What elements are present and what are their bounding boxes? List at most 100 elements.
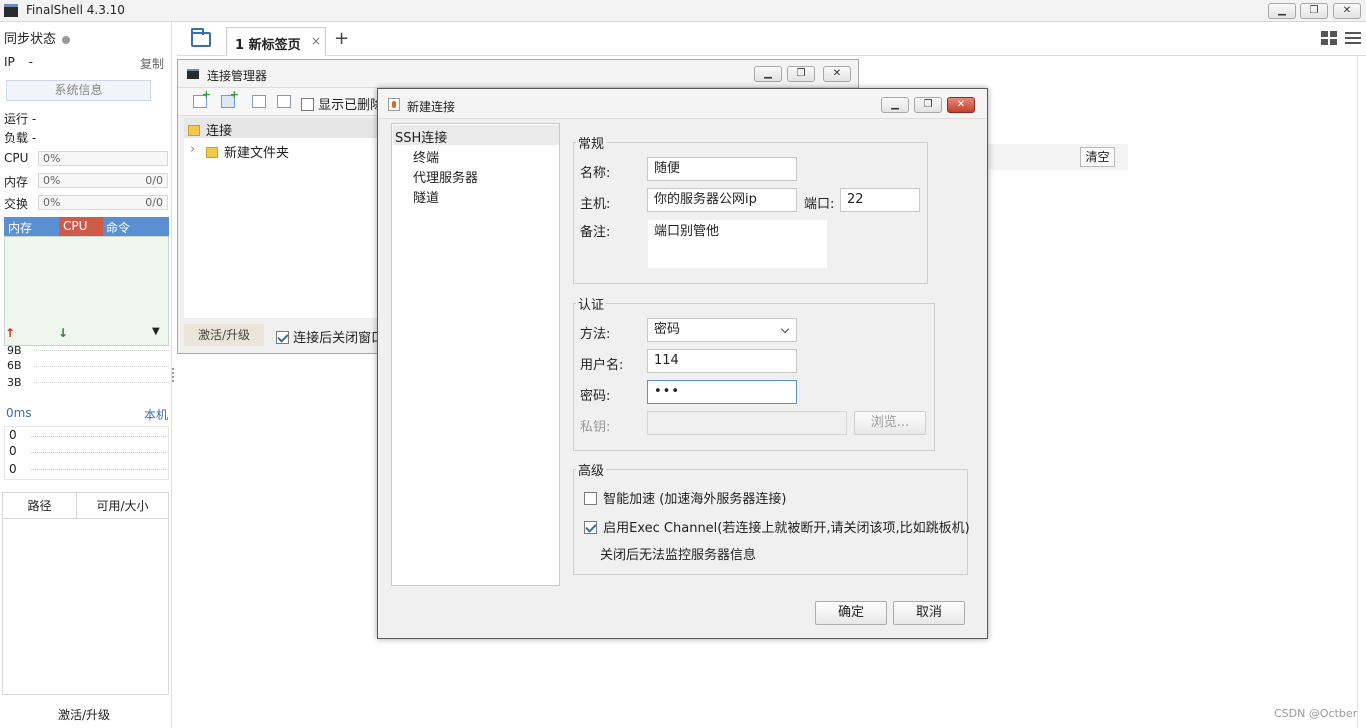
port-label: 端口: [804,197,835,212]
connection-manager-footer: 激活/升级 连接后关闭窗口 [184,322,384,346]
upgrade-link[interactable]: 激活/升级 [58,706,110,723]
advanced-legend: 高级 [576,460,607,479]
cm-close-button[interactable]: ✕ [823,66,851,82]
cm-maximize-button[interactable]: ❐ [787,66,815,82]
smart-accel-option[interactable]: 智能加速 (加速海外服务器连接) [584,488,786,507]
download-arrow-icon: ↓ [58,326,69,340]
category-tunnel[interactable]: 隧道 [413,187,439,206]
private-key-label: 私钥: [580,420,611,435]
process-list [4,236,169,346]
proc-tab-cpu[interactable]: CPU [59,217,103,236]
name-input[interactable]: 随便 [647,157,797,181]
sidebar: 同步状态 IP - 复制 系统信息 运行 - 负载 - CPU 0% 内存 0%… [0,22,172,728]
close-after-connect-checkbox[interactable] [276,331,289,344]
smart-accel-checkbox[interactable] [584,492,597,505]
category-ssh[interactable]: SSH连接 [395,127,447,146]
folder-icon [188,125,200,136]
browse-button[interactable]: 浏览... [854,411,926,435]
chevron-down-icon [780,324,790,334]
dlg-maximize-button[interactable]: ❐ [914,97,942,113]
disk-table: 路径 可用/大小 [2,492,169,695]
close-button[interactable]: ✕ [1333,3,1361,19]
sync-status-label: 同步状态 [4,32,57,47]
host-label: 主机: [580,197,611,212]
cm-upgrade-button[interactable]: 激活/升级 [184,324,264,346]
smart-accel-label: 智能加速 (加速海外服务器连接) [603,492,787,507]
disk-col-size[interactable]: 可用/大小 [77,493,168,519]
process-tabs: 内存 CPU 命令 [4,217,169,236]
ping-grid-line [31,452,166,453]
tab-bar: 1 新标签页 × + [177,22,1366,56]
port-input[interactable]: 22 [840,188,920,212]
proc-tab-cmd[interactable]: 命令 [106,219,130,236]
new-folder-icon[interactable] [221,88,239,108]
dlg-close-button[interactable]: ✕ [947,97,975,113]
method-select[interactable]: 密码 [647,318,797,342]
layout-grid-icon[interactable] [1321,31,1337,45]
cpu-bar: 0% [38,151,168,166]
proc-tab-mem[interactable]: 内存 [8,219,32,236]
close-after-connect-option[interactable]: 连接后关闭窗口 [276,327,384,346]
mem-bar: 0% 0/0 [38,173,168,188]
ok-button[interactable]: 确定 [815,601,887,625]
copy-ip-link[interactable]: 复制 [140,55,164,72]
swap-label: 交换 [4,197,29,211]
net-scale-6b: 6B [7,359,22,372]
expand-all-icon[interactable] [277,95,291,108]
load-label: 负载 - [4,131,37,145]
tab-new[interactable]: 1 新标签页 × [226,27,326,56]
ip-value: - [28,55,33,69]
host-input[interactable]: 你的服务器公网ip [647,188,797,212]
dlg-minimize-button[interactable]: ▁ [881,97,909,113]
sync-dot-icon [62,35,71,44]
net-interface-dropdown-icon[interactable]: ▼ [152,326,160,337]
cancel-button[interactable]: 取消 [893,601,965,625]
app-title: FinalShell 4.3.10 [26,3,125,17]
swap-bar: 0% 0/0 [38,195,168,210]
cpu-value: 0% [43,152,61,165]
private-key-input[interactable] [647,411,847,435]
dialog-title: 新建连接 [407,100,456,114]
tree-expander-icon[interactable]: › [190,142,195,157]
open-folder-icon[interactable] [191,28,211,47]
add-tab-icon[interactable]: + [334,28,349,49]
category-terminal[interactable]: 终端 [413,147,439,166]
folder-icon [206,147,218,158]
maximize-button[interactable]: ❐ [1300,3,1328,19]
tab-label: 1 新标签页 [235,38,301,53]
swap-ratio: 0/0 [145,196,163,209]
method-value: 密码 [654,322,681,337]
ping-value: 0ms [6,406,32,420]
tree-node-label: 连接 [206,124,233,139]
new-connection-dialog: 新建连接 ▁ ❐ ✕ SSH连接 终端 代理服务器 隧道 常规 名称: 随便 主… [377,88,988,639]
sync-status: 同步状态 [4,28,71,47]
net-grid-line [34,382,169,383]
disk-col-path[interactable]: 路径 [3,493,77,519]
minimize-button[interactable]: ▁ [1268,3,1296,19]
tree-node-connections[interactable]: 连接 [188,120,232,139]
net-grid-line [34,350,169,351]
show-deleted-option[interactable]: 显示已删除 [301,94,383,113]
clear-button[interactable]: 清空 [1080,147,1115,167]
menu-icon[interactable] [1345,32,1361,44]
new-connection-icon[interactable] [193,88,211,108]
cm-minimize-button[interactable]: ▁ [754,66,782,82]
show-deleted-checkbox[interactable] [301,98,314,111]
scrollbar[interactable] [1357,56,1366,728]
ping-grid-line [31,469,166,470]
username-input[interactable]: 114 [647,349,797,373]
category-proxy[interactable]: 代理服务器 [413,167,478,186]
tab-close-icon[interactable]: × [311,34,321,48]
note-textarea[interactable]: 端口别管他 [647,219,828,269]
net-grid-line [34,366,169,367]
sidebar-resize-handle[interactable] [172,368,175,382]
system-info-button[interactable]: 系统信息 [6,80,151,101]
java-icon [388,98,400,111]
ping-target[interactable]: 本机 [144,406,168,423]
ping-row: 0 [9,462,17,476]
tree-node-new-folder[interactable]: 新建文件夹 [206,142,289,161]
password-input[interactable]: ••• [647,380,797,404]
exec-channel-checkbox[interactable] [584,521,597,534]
collapse-all-icon[interactable] [252,95,266,108]
exec-channel-option[interactable]: 启用Exec Channel(若连接上就被断开,请关闭该项,比如跳板机) [584,517,970,536]
